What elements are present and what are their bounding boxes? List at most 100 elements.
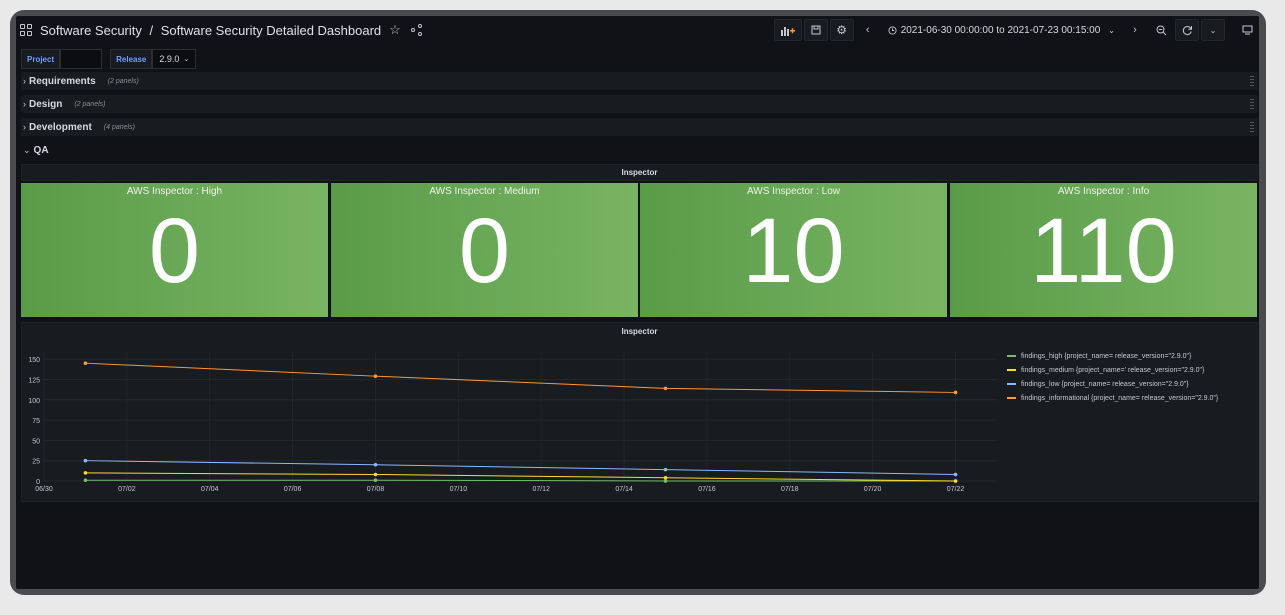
project-variable-label: Project (21, 49, 61, 69)
row-title: Design (29, 98, 63, 110)
series-point (953, 479, 958, 483)
stat-value: 0 (148, 200, 201, 302)
stat-label: AWS Inspector : Info (1057, 186, 1150, 197)
series-point (663, 479, 668, 483)
x-tick-label: 07/22 (947, 486, 965, 493)
chevron-down-icon: ⌄ (183, 56, 190, 63)
row-title: QA (33, 144, 49, 156)
release-variable-value: 2.9.0 (159, 54, 180, 64)
legend-label: findings_medium {project_name=' release_… (1021, 366, 1205, 374)
series-point (373, 462, 378, 467)
time-picker-button[interactable]: 2021-06-30 00:00:00 to 2021-07-23 00:15:… (882, 19, 1121, 41)
add-panel-icon (780, 26, 795, 36)
breadcrumb-separator: / (149, 22, 154, 38)
x-tick-label: 07/08 (367, 486, 385, 493)
save-dashboard-button[interactable] (803, 19, 828, 41)
series-point (83, 458, 88, 463)
legend-swatch (1007, 355, 1016, 357)
dashboard-toolbar: ⚙ ‹ 2021-06-30 00:00:00 to 2021-07-23 00… (773, 16, 1259, 44)
row-title: Requirements (29, 75, 96, 87)
tv-mode-button[interactable] (1235, 19, 1259, 41)
breadcrumb: Software Security / Software Security De… (40, 23, 381, 38)
x-tick-label: 07/18 (781, 486, 799, 493)
stat-label: AWS Inspector : Medium (429, 186, 540, 197)
chevron-down-icon: ⌄ (23, 144, 31, 155)
stat-label: AWS Inspector : High (126, 186, 223, 197)
drag-handle-icon[interactable] (1250, 99, 1254, 109)
series-point (83, 471, 88, 475)
legend-item[interactable]: findings_high {project_name= release_ver… (1007, 349, 1218, 363)
x-tick-label: 07/16 (698, 486, 716, 493)
stat-value: 0 (458, 200, 511, 302)
drag-handle-icon[interactable] (1250, 76, 1254, 86)
timeseries-chart[interactable]: 0 25 50 75 100 125 150 06/30 07/02 07/04 07/06 07/0… (22, 323, 1007, 503)
legend-item[interactable]: findings_medium {project_name=' release_… (1007, 363, 1218, 377)
y-tick-label: 75 (32, 418, 40, 425)
legend-swatch (1007, 369, 1016, 371)
row-panel-count: (2 panels) (74, 100, 106, 108)
x-tick-label: 07/02 (118, 486, 136, 493)
chevron-down-icon: ⌄ (1108, 25, 1115, 35)
x-tick-label: 07/06 (284, 486, 302, 493)
breadcrumb-folder[interactable]: Software Security (40, 23, 142, 38)
x-tick-label: 07/04 (201, 486, 219, 493)
time-shift-forward-button[interactable]: › (1123, 19, 1147, 41)
y-tick-label: 0 (36, 479, 40, 486)
chevron-left-icon: ‹ (865, 24, 870, 36)
legend-label: findings_low {project_name= release_vers… (1021, 380, 1189, 388)
row-requirements[interactable]: › Requirements (2 panels) (21, 72, 1258, 90)
refresh-button[interactable] (1175, 19, 1199, 41)
series-point (373, 478, 378, 482)
legend-item[interactable]: findings_low {project_name= release_vers… (1007, 377, 1218, 391)
row-development[interactable]: › Development (4 panels) (21, 118, 1258, 136)
dashboards-grid-icon[interactable] (20, 24, 32, 36)
project-variable-select[interactable] (60, 49, 103, 69)
save-icon (811, 25, 821, 35)
settings-button[interactable]: ⚙ (829, 19, 854, 41)
stat-panel-high[interactable]: AWS Inspector : High 0 (21, 183, 328, 317)
series-point (953, 472, 958, 477)
stat-panel-info[interactable]: AWS Inspector : Info 110 (950, 183, 1257, 317)
series-point (83, 478, 88, 482)
legend-label: findings_informational {project_name= re… (1021, 394, 1219, 402)
series-point (953, 390, 958, 395)
series-point (83, 361, 88, 365)
time-shift-back-button[interactable]: ‹ (856, 19, 880, 41)
row-panel-count: (2 panels) (107, 77, 139, 85)
release-variable-select[interactable]: 2.9.0 ⌄ (152, 49, 197, 69)
series-point (663, 475, 668, 480)
legend-item[interactable]: findings_informational {project_name= re… (1007, 391, 1218, 405)
y-tick-label: 100 (28, 398, 40, 405)
zoom-out-button[interactable] (1149, 19, 1173, 41)
row-title: Development (29, 121, 92, 133)
stat-group-title: Inspector (621, 168, 658, 177)
chart-legend: findings_high {project_name= release_ver… (1007, 349, 1218, 405)
refresh-interval-button[interactable]: ⌄ (1201, 19, 1225, 41)
row-design[interactable]: › Design (2 panels) (21, 95, 1258, 113)
add-panel-button[interactable] (773, 19, 802, 41)
page-title[interactable]: Software Security Detailed Dashboard (161, 23, 381, 38)
series-point (663, 467, 668, 472)
drag-handle-icon[interactable] (1250, 122, 1254, 132)
share-icon[interactable] (410, 24, 423, 36)
star-icon[interactable]: ☆ (389, 22, 401, 38)
row-panel-count: (4 panels) (103, 123, 135, 131)
stat-panel-medium[interactable]: AWS Inspector : Medium 0 (331, 183, 638, 317)
series-point (373, 374, 378, 378)
stat-group-header: Inspector (21, 164, 1258, 181)
stat-panel-low[interactable]: AWS Inspector : Low 10 (640, 183, 947, 317)
chevron-right-icon: › (1133, 24, 1137, 36)
release-variable-label: Release (110, 49, 153, 69)
gear-icon: ⚙ (836, 23, 848, 37)
time-range-text: 2021-06-30 00:00:00 to 2021-07-23 00:15:… (900, 24, 1101, 36)
x-tick-label: 07/20 (864, 486, 882, 493)
row-qa[interactable]: ⌄ QA (21, 141, 1258, 159)
x-tick-label: 07/14 (615, 486, 633, 493)
inspector-timeseries-panel[interactable]: Inspector 0 25 50 75 100 125 150 06/30 07/02 07/0… (21, 322, 1258, 502)
x-tick-label: 07/10 (450, 486, 468, 493)
series-point (663, 386, 668, 391)
series-line (85, 362, 956, 393)
y-tick-label: 50 (32, 438, 40, 445)
y-tick-label: 125 (28, 377, 40, 384)
chevron-right-icon: › (23, 76, 26, 86)
